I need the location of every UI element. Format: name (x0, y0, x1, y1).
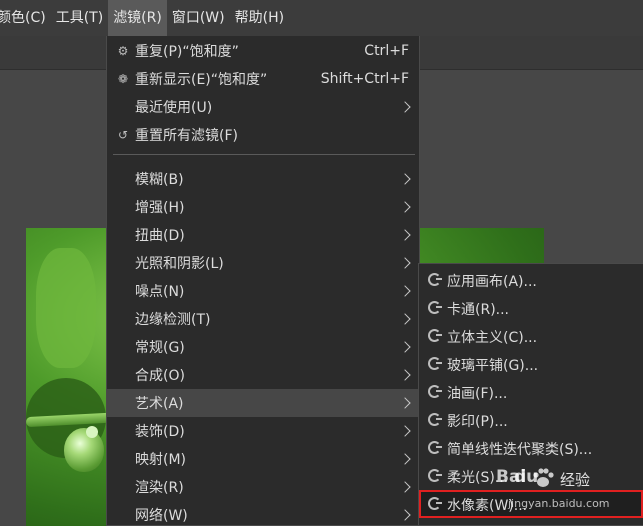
chevron-right-icon (399, 173, 411, 185)
menu-item-recent[interactable]: 最近使用(U) (107, 93, 419, 121)
menu-item-repeat[interactable]: ⚙ 重复(P)“饱和度” Ctrl+F (107, 37, 419, 65)
menu-item-map[interactable]: 映射(M) (107, 445, 419, 473)
menu-item-distorts[interactable]: 扭曲(D) (107, 221, 419, 249)
repeat-icon: ⚙ (117, 44, 129, 58)
chevron-right-icon (399, 101, 411, 113)
menu-item-reset[interactable]: ↺ 重置所有滤镜(F) (107, 121, 419, 149)
chevron-right-icon (399, 257, 411, 269)
watermark-text: 经验 (560, 471, 591, 489)
submenu-item-cubism[interactable]: 立体主义(C)... (419, 322, 643, 350)
menu-item-reshow[interactable]: ❁ 重新显示(E)“饱和度” Shift+Ctrl+F (107, 65, 419, 93)
menu-item-edge-detect[interactable]: 边缘检测(T) (107, 305, 419, 333)
gegl-icon (428, 441, 442, 454)
menu-item-label: 艺术(A) (135, 396, 184, 412)
image-drop-highlight (86, 426, 98, 438)
chevron-right-icon (399, 369, 411, 381)
chevron-right-icon (399, 453, 411, 465)
menu-item-blur[interactable]: 模糊(B) (107, 165, 419, 193)
menu-item-label: 网络(W) (135, 508, 188, 524)
gegl-icon (428, 385, 442, 398)
menu-separator (113, 154, 415, 155)
chevron-right-icon (399, 313, 411, 325)
submenu-item-label: 简单线性迭代聚类(S)... (447, 442, 593, 458)
submenu-item-slic[interactable]: 简单线性迭代聚类(S)... (419, 434, 643, 462)
menu-item-label: 噪点(N) (135, 284, 185, 300)
watermark-brand-suffix: du (514, 467, 539, 487)
menu-colors[interactable]: 颜色(C) (0, 0, 51, 36)
gegl-icon (428, 329, 442, 342)
chevron-right-icon (399, 425, 411, 437)
reset-icon: ↺ (117, 128, 129, 142)
watermark: Bai du 经验 (468, 465, 628, 493)
menu-item-label: 扭曲(D) (135, 228, 185, 244)
gegl-icon (428, 357, 442, 370)
image-leaf (36, 248, 96, 368)
chevron-right-icon (399, 481, 411, 493)
reshow-icon: ❁ (117, 72, 129, 86)
chevron-right-icon (399, 201, 411, 213)
menu-item-render[interactable]: 渲染(R) (107, 473, 419, 501)
submenu-item-label: 油画(F)... (447, 386, 508, 402)
filters-dropdown: ⚙ 重复(P)“饱和度” Ctrl+F ❁ 重新显示(E)“饱和度” Shift… (106, 36, 420, 526)
submenu-item-label: 玻璃平铺(G)... (447, 358, 539, 374)
submenu-item-glass-tile[interactable]: 玻璃平铺(G)... (419, 350, 643, 378)
menu-windows[interactable]: 窗口(W) (167, 0, 230, 36)
chevron-right-icon (399, 285, 411, 297)
menu-filters[interactable]: 滤镜(R) (108, 0, 167, 36)
menu-item-combine[interactable]: 合成(O) (107, 361, 419, 389)
chevron-right-icon (399, 397, 411, 409)
image-water-drop (64, 428, 104, 472)
menu-item-enhance[interactable]: 增强(H) (107, 193, 419, 221)
menu-item-label: 映射(M) (135, 452, 187, 468)
chevron-right-icon (399, 341, 411, 353)
watermark-url: jingyan.baidu.com (508, 497, 610, 510)
submenu-item-cartoon[interactable]: 卡通(R)... (419, 294, 643, 322)
menu-item-label: 光照和阴影(L) (135, 256, 224, 272)
gegl-icon (428, 469, 442, 482)
submenu-item-label: 立体主义(C)... (447, 330, 538, 346)
gegl-icon (428, 301, 442, 314)
menu-item-web[interactable]: 网络(W) (107, 501, 419, 526)
chevron-right-icon (399, 509, 411, 521)
menu-item-artistic[interactable]: 艺术(A) (107, 389, 419, 417)
menu-item-light-shadow[interactable]: 光照和阴影(L) (107, 249, 419, 277)
menu-item-label: 重置所有滤镜(F) (135, 128, 238, 144)
submenu-item-label: 应用画布(A)... (447, 274, 537, 290)
submenu-item-oilify[interactable]: 油画(F)... (419, 378, 643, 406)
menu-item-decor[interactable]: 装饰(D) (107, 417, 419, 445)
menu-item-label: 重新显示(E)“饱和度” (135, 72, 268, 88)
shortcut-label: Shift+Ctrl+F (320, 71, 409, 87)
menu-help[interactable]: 帮助(H) (230, 0, 289, 36)
menu-item-label: 重复(P)“饱和度” (135, 44, 239, 60)
gegl-icon (428, 413, 442, 426)
menu-item-label: 渲染(R) (135, 480, 184, 496)
menu-tools[interactable]: 工具(T) (51, 0, 108, 36)
menu-item-label: 增强(H) (135, 200, 185, 216)
shortcut-label: Ctrl+F (364, 43, 409, 59)
menu-item-label: 最近使用(U) (135, 100, 213, 116)
submenu-item-label: 卡通(R)... (447, 302, 510, 318)
menu-item-label: 合成(O) (135, 368, 185, 384)
submenu-item-photocopy[interactable]: 影印(P)... (419, 406, 643, 434)
menu-item-label: 边缘检测(T) (135, 312, 211, 328)
menu-item-generic[interactable]: 常规(G) (107, 333, 419, 361)
gimp-window: 颜色(C) 工具(T) 滤镜(R) 窗口(W) 帮助(H) ⚙ 重复(P)“饱和… (0, 0, 643, 526)
menu-item-label: 模糊(B) (135, 172, 184, 188)
menu-item-label: 装饰(D) (135, 424, 185, 440)
menu-item-noise[interactable]: 噪点(N) (107, 277, 419, 305)
gegl-icon (428, 273, 442, 286)
gegl-icon (428, 497, 442, 510)
submenu-item-label: 影印(P)... (447, 414, 508, 430)
submenu-item-apply-canvas[interactable]: 应用画布(A)... (419, 266, 643, 294)
chevron-right-icon (399, 229, 411, 241)
menu-item-label: 常规(G) (135, 340, 185, 356)
menubar: 颜色(C) 工具(T) 滤镜(R) 窗口(W) 帮助(H) (0, 0, 643, 36)
